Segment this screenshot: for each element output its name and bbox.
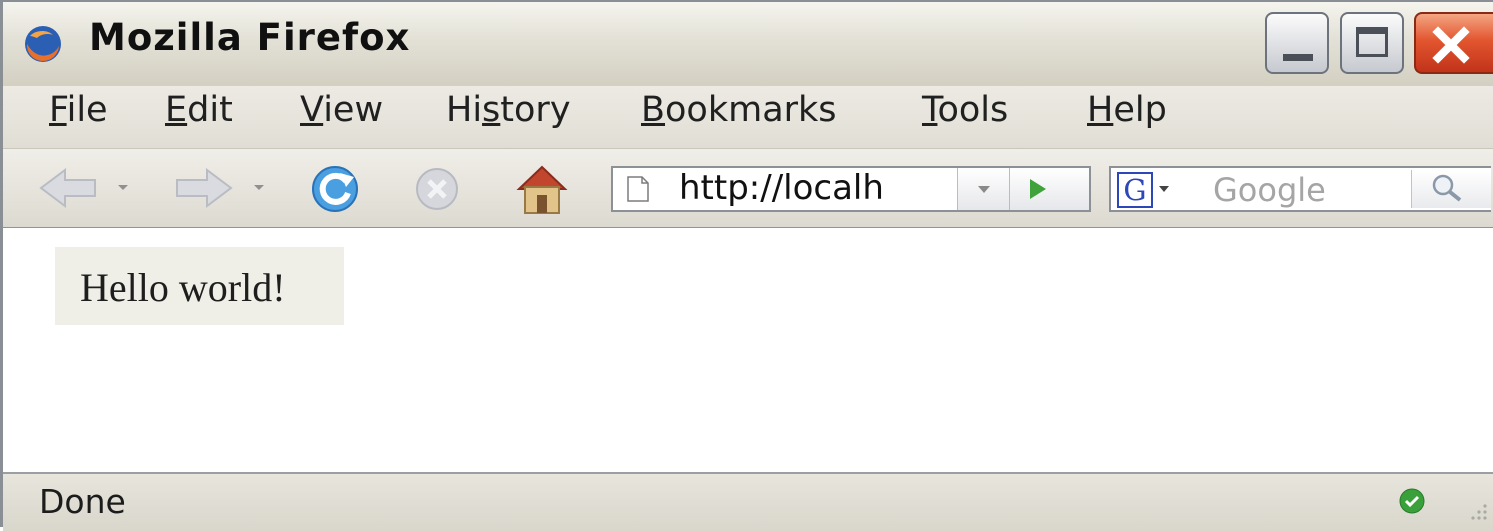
magnifier-icon [1432, 174, 1462, 202]
hello-text: Hello world! [80, 265, 286, 310]
url-text[interactable]: http://localh [679, 168, 884, 208]
reload-icon[interactable] [308, 163, 362, 215]
minimize-button[interactable] [1265, 12, 1329, 74]
page-content: Hello world! [3, 228, 1493, 472]
home-icon[interactable] [513, 163, 571, 215]
hello-box: Hello world! [55, 247, 344, 325]
browser-window: Mozilla Firefox File Edit View History B… [0, 0, 1493, 531]
firefox-logo-icon [25, 26, 61, 62]
stop-icon[interactable] [413, 165, 461, 213]
close-button[interactable] [1414, 12, 1493, 74]
title-bar[interactable]: Mozilla Firefox [3, 2, 1493, 86]
menu-file[interactable]: File [49, 90, 108, 130]
menu-history[interactable]: History [446, 90, 571, 130]
menu-tools[interactable]: Tools [922, 90, 1008, 130]
maximize-icon [1356, 27, 1388, 57]
url-history-dropdown[interactable] [957, 168, 1009, 210]
green-check-icon [1399, 488, 1425, 514]
search-bar[interactable]: G Google [1109, 166, 1491, 212]
minimize-icon [1283, 54, 1313, 61]
status-bar: Done [3, 472, 1493, 531]
forward-history-dropdown[interactable] [254, 185, 264, 190]
status-text: Done [39, 482, 126, 521]
menu-view[interactable]: View [300, 90, 383, 130]
menu-help[interactable]: Help [1087, 90, 1167, 130]
go-button[interactable] [1009, 168, 1089, 210]
menu-edit[interactable]: Edit [165, 90, 233, 130]
url-bar[interactable]: http://localh [611, 166, 1091, 212]
page-icon [627, 176, 649, 202]
google-engine-icon[interactable]: G [1117, 172, 1153, 208]
search-placeholder[interactable]: Google [1213, 171, 1326, 209]
chevron-down-icon [978, 186, 990, 193]
resize-grip-icon[interactable] [1461, 494, 1491, 524]
maximize-button[interactable] [1340, 12, 1404, 74]
menu-bar: File Edit View History Bookmarks Tools H… [3, 86, 1493, 149]
search-button[interactable] [1411, 170, 1491, 208]
back-arrow-icon[interactable] [37, 167, 99, 209]
back-history-dropdown[interactable] [118, 185, 128, 190]
close-icon [1432, 26, 1470, 64]
menu-bookmarks[interactable]: Bookmarks [641, 90, 837, 130]
search-engine-dropdown-icon[interactable] [1159, 186, 1169, 192]
forward-arrow-icon[interactable] [173, 167, 235, 209]
window-title: Mozilla Firefox [89, 16, 411, 59]
go-arrow-icon [1030, 179, 1046, 199]
navigation-toolbar: http://localh G Google [3, 149, 1493, 229]
